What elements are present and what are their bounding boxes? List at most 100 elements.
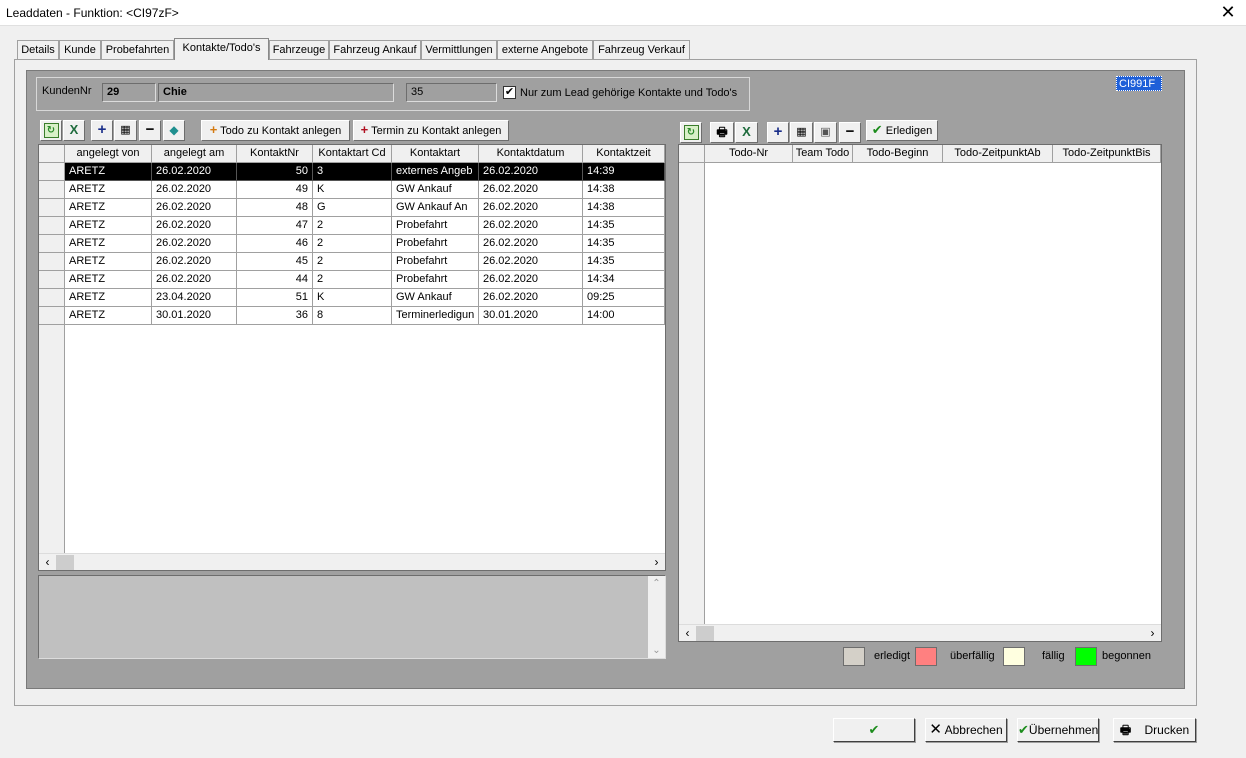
- cancel-label: Abbrechen: [944, 723, 1003, 737]
- table-cell: 8: [313, 307, 392, 325]
- scroll-right-icon[interactable]: ›: [1144, 626, 1161, 641]
- column-header[interactable]: Kontaktdatum: [479, 145, 583, 163]
- minus-icon: −: [145, 121, 155, 138]
- row-header[interactable]: [39, 217, 65, 235]
- lead-filter-checkbox[interactable]: ✔: [503, 86, 516, 99]
- table-cell: 51: [237, 289, 313, 307]
- scroll-right-icon[interactable]: ›: [648, 555, 665, 570]
- tab-details[interactable]: Details: [17, 40, 59, 60]
- table-cell: GW Ankauf: [392, 181, 479, 199]
- apply-label: Übernehmen: [1028, 723, 1099, 737]
- column-header[interactable]: Todo-Nr: [705, 145, 793, 163]
- horizontal-scrollbar[interactable]: ‹ ›: [39, 553, 665, 570]
- table-cell: K: [313, 289, 392, 307]
- row-header[interactable]: [39, 289, 65, 307]
- tab-kunde[interactable]: Kunde: [59, 40, 101, 60]
- table-cell: 26.02.2020: [152, 163, 237, 181]
- todo-add-button[interactable]: +: [767, 122, 789, 143]
- row-header[interactable]: [39, 181, 65, 199]
- contacts-grid[interactable]: angelegt von angelegt am KontaktNr Konta…: [38, 144, 666, 571]
- tab-externe-angebote[interactable]: externe Angebote: [497, 40, 593, 60]
- column-header[interactable]: Kontaktart: [392, 145, 479, 163]
- table-cell: 2: [313, 235, 392, 253]
- todo-refresh-button[interactable]: ↻: [680, 122, 702, 143]
- tab-fahrzeug-ankauf[interactable]: Fahrzeug Ankauf: [329, 40, 421, 60]
- legend-swatch-faellig: [1003, 647, 1025, 666]
- column-header[interactable]: Kontaktart Cd: [313, 145, 392, 163]
- column-header[interactable]: Todo-ZeitpunktBis: [1053, 145, 1161, 163]
- column-header[interactable]: Team Todo: [793, 145, 853, 163]
- table-cell: 49: [237, 181, 313, 199]
- todo-excel-button[interactable]: X: [735, 122, 758, 143]
- table-cell: 47: [237, 217, 313, 235]
- row-header[interactable]: [39, 271, 65, 289]
- tab-probefahrten[interactable]: Probefahrten: [101, 40, 174, 60]
- table-cell: 23.04.2020: [152, 289, 237, 307]
- todo-copy-button[interactable]: ▣: [814, 122, 837, 143]
- column-header[interactable]: Kontaktzeit: [583, 145, 665, 163]
- excel-export-button[interactable]: X: [63, 120, 85, 141]
- scroll-down-icon[interactable]: ⌄: [648, 645, 665, 656]
- horizontal-scrollbar[interactable]: ‹ ›: [679, 624, 1161, 641]
- scroll-thumb[interactable]: [696, 626, 714, 641]
- column-header[interactable]: Todo-ZeitpunktAb: [943, 145, 1053, 163]
- table-cell: 14:34: [583, 271, 665, 289]
- termin-zu-kontakt-button[interactable]: + Termin zu Kontakt anlegen: [353, 120, 509, 141]
- legend-swatch-ueberfaellig: [915, 647, 937, 666]
- todo-print-button[interactable]: 🖶: [710, 122, 734, 143]
- row-header-column: [679, 163, 705, 624]
- scroll-thumb[interactable]: [56, 555, 74, 570]
- scroll-left-icon[interactable]: ‹: [39, 555, 56, 570]
- refresh-button[interactable]: ↻: [40, 120, 62, 141]
- table-cell: ARETZ: [65, 199, 152, 217]
- table-cell: 26.02.2020: [152, 181, 237, 199]
- ok-button[interactable]: ✔: [833, 718, 915, 742]
- edit-button[interactable]: ▦: [114, 120, 137, 141]
- row-header[interactable]: [39, 235, 65, 253]
- column-header[interactable]: angelegt am: [152, 145, 237, 163]
- corner-code-field[interactable]: CI991F: [1116, 76, 1162, 91]
- apply-check-icon: ✔: [1018, 722, 1029, 737]
- contact-notes-memo[interactable]: ⌃ ⌄: [38, 575, 666, 659]
- todo-delete-button[interactable]: −: [839, 122, 861, 143]
- row-header[interactable]: [39, 307, 65, 325]
- delete-button[interactable]: −: [139, 120, 161, 141]
- apply-button[interactable]: ✔Übernehmen: [1017, 718, 1099, 742]
- erledigen-button[interactable]: ✔ Erledigen: [866, 120, 938, 141]
- row-header[interactable]: [39, 199, 65, 217]
- customer-name-field: Chie: [158, 83, 394, 102]
- ok-check-icon: ✔: [868, 722, 880, 737]
- navigate-button[interactable]: ◆: [163, 120, 185, 141]
- plus-icon: +: [209, 122, 218, 137]
- table-cell: 30.01.2020: [479, 307, 583, 325]
- add-button[interactable]: +: [91, 120, 113, 141]
- row-header[interactable]: [39, 163, 65, 181]
- kundennr-field: 29: [102, 83, 156, 102]
- column-header[interactable]: angelegt von: [65, 145, 152, 163]
- column-header[interactable]: Todo-Beginn: [853, 145, 943, 163]
- todos-grid[interactable]: Todo-Nr Team Todo Todo-Beginn Todo-Zeitp…: [678, 144, 1162, 642]
- table-cell: ARETZ: [65, 289, 152, 307]
- tab-fahrzeuge[interactable]: Fahrzeuge: [269, 40, 329, 60]
- table-cell: 26.02.2020: [479, 181, 583, 199]
- table-cell: 3: [313, 163, 392, 181]
- vertical-scrollbar[interactable]: ⌃ ⌄: [648, 576, 665, 658]
- tab-vermittlungen[interactable]: Vermittlungen: [421, 40, 497, 60]
- minus-icon: −: [845, 123, 855, 140]
- tab-kontakte-todos[interactable]: Kontakte/Todo's: [174, 38, 269, 60]
- table-cell: GW Ankauf: [392, 289, 479, 307]
- printer-icon: 🖶: [716, 125, 728, 139]
- scroll-up-icon[interactable]: ⌃: [648, 578, 665, 589]
- plus-icon: +: [360, 122, 369, 137]
- cancel-button[interactable]: ✕ Abbrechen: [925, 718, 1007, 742]
- print-button[interactable]: 🖶 Drucken: [1113, 718, 1196, 742]
- scroll-left-icon[interactable]: ‹: [679, 626, 696, 641]
- column-header[interactable]: KontaktNr: [237, 145, 313, 163]
- row-header[interactable]: [39, 253, 65, 271]
- title-bar: Leaddaten - Funktion: <CI97zF> ✕: [0, 0, 1246, 26]
- table-cell: ARETZ: [65, 163, 152, 181]
- close-icon[interactable]: ✕: [1218, 2, 1238, 22]
- tab-fahrzeug-verkauf[interactable]: Fahrzeug Verkauf: [593, 40, 690, 60]
- todo-zu-kontakt-button[interactable]: + Todo zu Kontakt anlegen: [201, 120, 350, 141]
- todo-edit-button[interactable]: ▦: [790, 122, 813, 143]
